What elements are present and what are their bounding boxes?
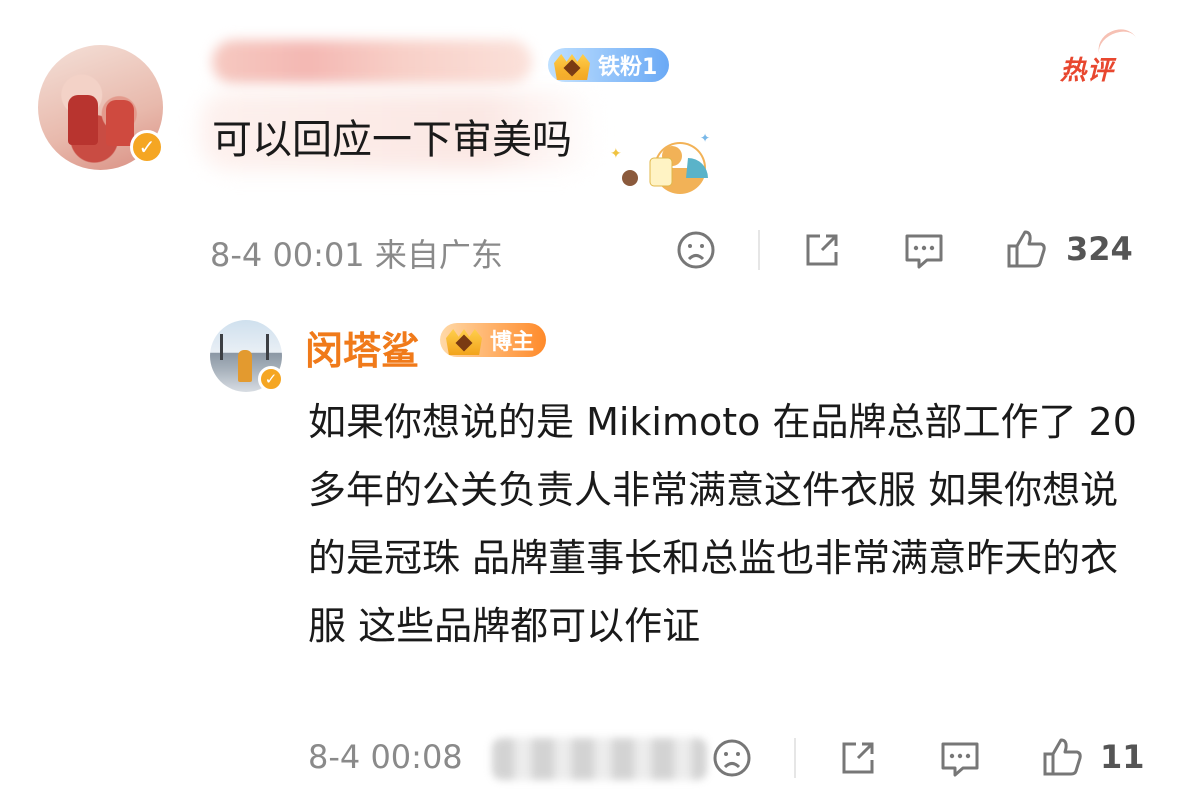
blogger-badge-label: 博主 bbox=[490, 330, 535, 355]
comment-text: 可以回应一下审美吗 bbox=[212, 117, 572, 163]
thumbs-up-icon[interactable] bbox=[1040, 734, 1084, 780]
crown-icon bbox=[552, 50, 592, 80]
thumbs-up-icon[interactable] bbox=[1004, 226, 1048, 272]
hot-comment-label: 热评 bbox=[1060, 56, 1115, 86]
comment-icon[interactable] bbox=[902, 228, 946, 272]
dog-sticker-icon: ✦ ✦ bbox=[610, 131, 710, 194]
sad-face-icon[interactable] bbox=[674, 228, 718, 272]
crown-icon bbox=[444, 325, 484, 355]
fan-badge-label: 铁粉1 bbox=[598, 55, 658, 80]
sad-face-icon[interactable] bbox=[710, 736, 754, 780]
like-count: 324 bbox=[1066, 230, 1133, 268]
divider bbox=[758, 230, 760, 270]
reply-location-blurred bbox=[492, 738, 707, 780]
share-icon[interactable] bbox=[800, 228, 844, 272]
verified-icon: ✓ bbox=[130, 130, 164, 164]
reply-username[interactable]: 闵塔鲨 bbox=[305, 320, 419, 375]
svg-text:✦: ✦ bbox=[700, 131, 710, 145]
svg-text:✦: ✦ bbox=[610, 146, 622, 162]
username-blurred[interactable] bbox=[212, 40, 532, 84]
blogger-badge[interactable]: 博主 bbox=[440, 323, 547, 357]
share-icon[interactable] bbox=[836, 736, 880, 780]
reply-time: 8-4 00:08 bbox=[308, 738, 463, 776]
reply-text: 如果你想说的是 Mikimoto 在品牌总部工作了 20 多年的公关负责人非常满… bbox=[308, 400, 1137, 648]
reply-like-count: 11 bbox=[1100, 738, 1145, 776]
divider bbox=[794, 738, 796, 778]
comment-icon[interactable] bbox=[938, 736, 982, 780]
verified-icon: ✓ bbox=[258, 366, 284, 392]
comment-time: 8-4 00:01 bbox=[210, 236, 365, 274]
comment-location: 来自广东 bbox=[374, 236, 503, 274]
fan-badge[interactable]: 铁粉1 bbox=[548, 48, 670, 82]
